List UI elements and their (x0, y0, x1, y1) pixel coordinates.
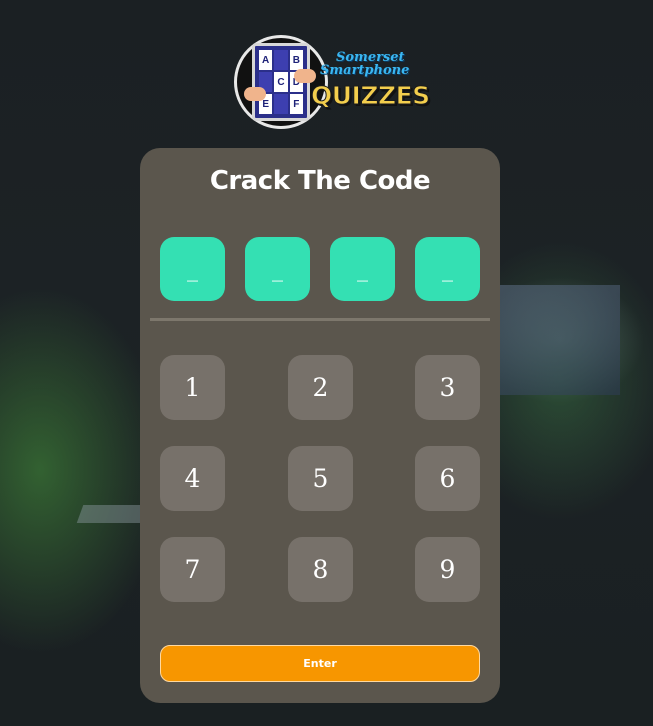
logo-cell (274, 50, 288, 70)
code-digit-1: _ (160, 237, 225, 301)
key-6-button[interactable]: 6 (415, 446, 480, 511)
logo-cell: F (289, 94, 303, 114)
logo-brand-text: Somerset Smartphone (320, 51, 409, 77)
key-8-button[interactable]: 8 (288, 537, 353, 602)
key-2-button[interactable]: 2 (288, 355, 353, 420)
logo-cell: A (259, 50, 273, 70)
code-panel: Crack The Code _ _ _ _ 1 2 3 4 5 6 7 8 9… (140, 148, 500, 703)
keypad: 1 2 3 4 5 6 7 8 9 (160, 355, 480, 603)
key-9-button[interactable]: 9 (415, 537, 480, 602)
code-display: _ _ _ _ (160, 237, 480, 301)
logo-brand-line2: Smartphone (320, 63, 410, 78)
key-5-button[interactable]: 5 (288, 446, 353, 511)
logo-cell: B (289, 50, 303, 70)
enter-button[interactable]: Enter (160, 645, 480, 682)
logo-hand-icon (244, 87, 266, 101)
code-digit-3: _ (330, 237, 395, 301)
logo-cell: C (274, 72, 288, 92)
background-screen (500, 285, 620, 395)
logo-quizzes-text: QUIZZES (311, 81, 431, 111)
site-logo: A B C D E F Somerset Smartphone QUIZZES (234, 35, 431, 130)
logo-cell (274, 94, 288, 114)
divider (150, 318, 490, 321)
key-7-button[interactable]: 7 (160, 537, 225, 602)
key-3-button[interactable]: 3 (415, 355, 480, 420)
code-digit-4: _ (415, 237, 480, 301)
code-digit-2: _ (245, 237, 310, 301)
key-4-button[interactable]: 4 (160, 446, 225, 511)
page-title: Crack The Code (209, 166, 431, 196)
key-1-button[interactable]: 1 (160, 355, 225, 420)
